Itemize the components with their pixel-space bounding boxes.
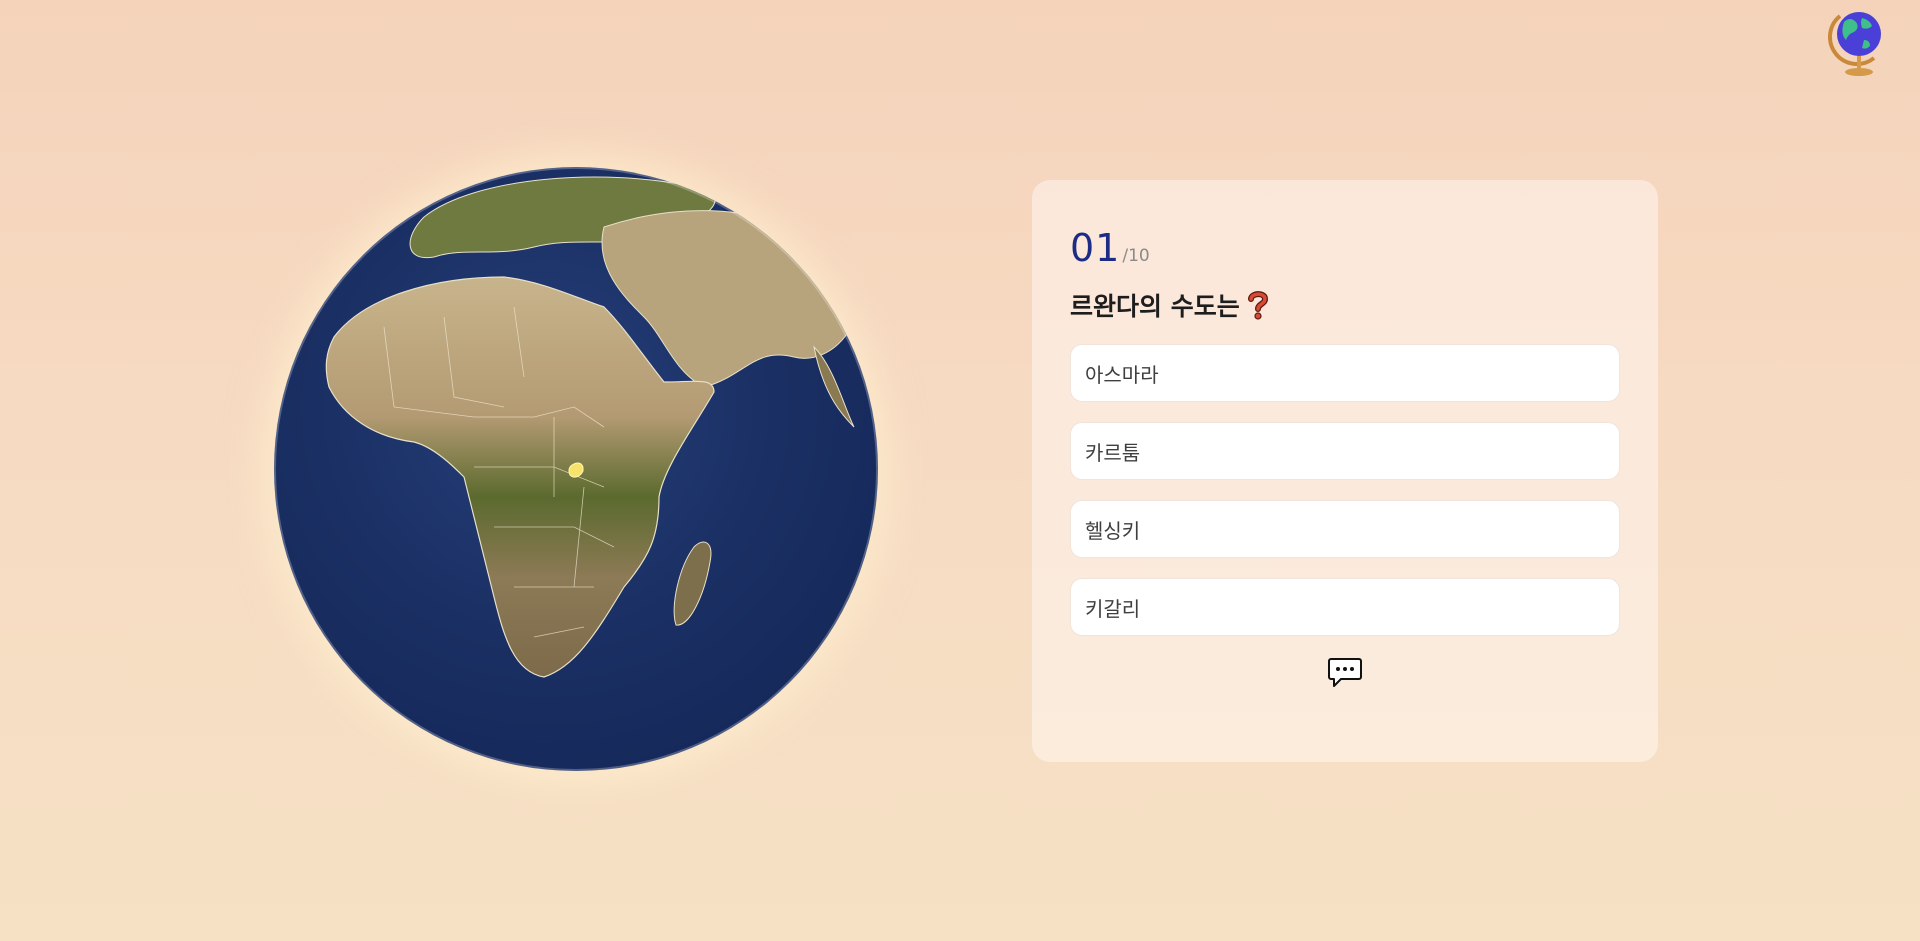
app-logo-globe-icon[interactable] [1828, 6, 1890, 80]
question-text: 르완다의 수도는 [1070, 292, 1240, 321]
quiz-card: 01 /10 르완다의 수도는 아스마라 카르툼 헬싱키 키갈리 [1032, 180, 1658, 762]
red-question-mark-icon [1247, 290, 1268, 320]
interactive-globe[interactable] [274, 167, 878, 771]
current-question-number: 01 [1070, 226, 1121, 270]
hint-speech-bubble-icon[interactable] [1327, 656, 1363, 690]
answer-options: 아스마라 카르툼 헬싱키 키갈리 [1070, 344, 1620, 636]
question-counter: 01 /10 [1070, 226, 1620, 274]
answer-option-4[interactable]: 키갈리 [1070, 578, 1620, 636]
total-questions: /10 [1122, 246, 1150, 266]
answer-option-3[interactable]: 헬싱키 [1070, 500, 1620, 558]
answer-option-2[interactable]: 카르툼 [1070, 422, 1620, 480]
question-text-row: 르완다의 수도는 [1070, 286, 1620, 324]
answer-option-1[interactable]: 아스마라 [1070, 344, 1620, 402]
